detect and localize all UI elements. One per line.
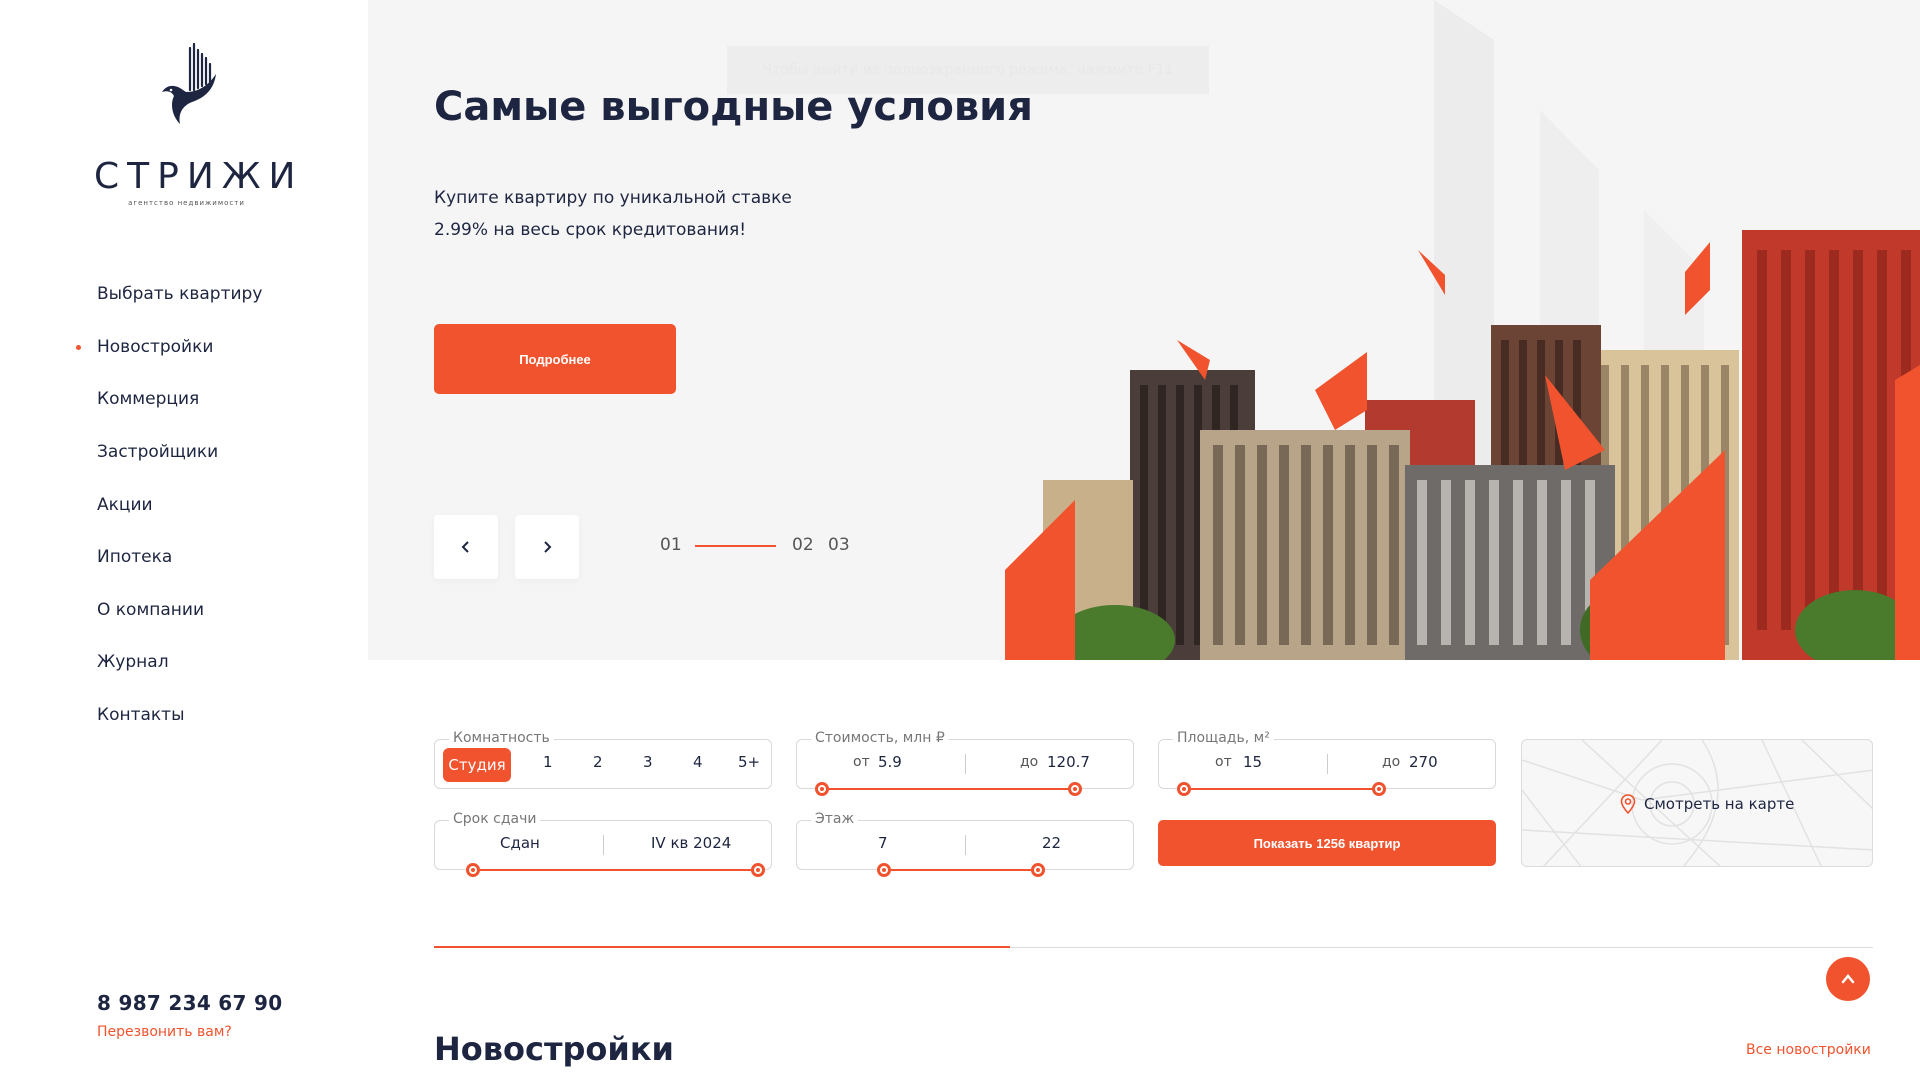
room-option-2[interactable]: 2 — [593, 753, 603, 771]
price-to-label: до — [1020, 754, 1039, 770]
area-slider-max-handle[interactable] — [1372, 782, 1386, 796]
deadline-label: Срок сдачи — [449, 811, 541, 827]
section-title: Новостройки — [434, 1030, 674, 1068]
swift-logo-icon — [161, 42, 216, 124]
rooms-label: Комнатность — [449, 730, 554, 746]
price-from-value[interactable]: 5.9 — [878, 753, 902, 771]
slider-prev-button[interactable] — [434, 515, 498, 579]
hero-text-line-2: 2.99% на весь срок кредитования! — [434, 220, 747, 240]
floor-from-value[interactable]: 7 — [878, 834, 888, 852]
slide-number-1[interactable]: 01 — [660, 535, 682, 555]
price-slider-track — [822, 788, 1076, 790]
nav-item-choose-apartment[interactable]: Выбрать квартиру — [97, 268, 262, 321]
floor-separator — [965, 835, 966, 855]
floor-slider-track — [884, 869, 1038, 871]
area-filter: Площадь, м² от 15 до 270 — [1158, 730, 1496, 796]
price-separator — [965, 754, 966, 774]
floor-label: Этаж — [811, 811, 859, 827]
nav-item-commercial[interactable]: Коммерция — [97, 373, 262, 426]
price-to-value[interactable]: 120.7 — [1047, 753, 1090, 771]
price-label: Стоимость, млн ₽ — [811, 730, 949, 746]
nav-item-developers[interactable]: Застройщики — [97, 426, 262, 479]
nav-item-journal[interactable]: Журнал — [97, 636, 262, 689]
callback-link[interactable]: Перезвонить вам? — [97, 1024, 232, 1040]
area-to-label: до — [1382, 754, 1401, 770]
room-option-5plus[interactable]: 5+ — [738, 753, 760, 771]
nav-item-new-buildings[interactable]: Новостройки — [75, 321, 262, 374]
more-button[interactable]: Подробнее — [434, 324, 676, 394]
nav-item-mortgage[interactable]: Ипотека — [97, 531, 262, 584]
area-separator — [1327, 754, 1328, 774]
floor-slider-min-handle[interactable] — [877, 863, 891, 877]
nav-item-contacts[interactable]: Контакты — [97, 689, 262, 742]
chevron-left-icon — [461, 541, 469, 553]
show-apartments-button[interactable]: Показать 1256 квартир — [1158, 820, 1496, 866]
main-nav: Выбрать квартиру Новостройки Коммерция З… — [75, 268, 262, 742]
brand-tagline: агентство недвижимости — [128, 199, 245, 207]
area-slider-min-handle[interactable] — [1177, 782, 1191, 796]
room-option-3[interactable]: 3 — [643, 753, 653, 771]
area-label: Площадь, м² — [1173, 730, 1274, 746]
price-from-label: от — [853, 754, 870, 770]
scroll-progress — [434, 946, 1010, 948]
map-label: Смотреть на карте — [1620, 794, 1794, 814]
logo[interactable]: СТРИЖИ агентство недвижимости — [94, 40, 304, 207]
floor-filter: Этаж 7 22 — [796, 811, 1134, 877]
slide-number-3[interactable]: 03 — [828, 535, 850, 555]
area-from-label: от — [1215, 754, 1232, 770]
slide-number-2[interactable]: 02 — [792, 535, 814, 555]
map-label-text: Смотреть на карте — [1644, 795, 1795, 813]
area-to-value[interactable]: 270 — [1409, 753, 1438, 771]
deadline-from-value[interactable]: Сдан — [500, 834, 540, 852]
deadline-slider-min-handle[interactable] — [466, 863, 480, 877]
price-slider-max-handle[interactable] — [1068, 782, 1082, 796]
deadline-filter: Срок сдачи Сдан IV кв 2024 — [434, 811, 772, 877]
hero-title: Самые выгодные условия — [434, 84, 1033, 130]
slider-next-button[interactable] — [515, 515, 579, 579]
sidebar: СТРИЖИ агентство недвижимости Выбрать кв… — [0, 0, 368, 1080]
hero-text-line-1: Купите квартиру по уникальной ставке — [434, 188, 792, 208]
phone-number[interactable]: 8 987 234 67 90 — [97, 991, 282, 1015]
deadline-slider-track — [473, 869, 758, 871]
hero-description: Купите квартиру по уникальной ставке 2.9… — [434, 182, 792, 246]
area-slider-track — [1184, 788, 1380, 790]
price-filter: Стоимость, млн ₽ от 5.9 до 120.7 — [796, 730, 1134, 796]
rooms-filter: Комнатность Студия 1 2 3 4 5+ — [434, 730, 772, 789]
chevron-right-icon — [544, 541, 552, 553]
scroll-top-button[interactable] — [1826, 957, 1870, 1001]
map-pin-icon — [1620, 794, 1636, 814]
nav-item-about[interactable]: О компании — [97, 584, 262, 637]
floor-slider-max-handle[interactable] — [1031, 863, 1045, 877]
all-new-buildings-link[interactable]: Все новостройки — [1746, 1042, 1871, 1058]
deadline-to-value[interactable]: IV кв 2024 — [651, 834, 731, 852]
room-option-4[interactable]: 4 — [693, 753, 703, 771]
room-option-1[interactable]: 1 — [543, 753, 553, 771]
chevron-up-icon — [1841, 974, 1855, 984]
deadline-separator — [603, 835, 604, 855]
buildings-illustration — [1005, 230, 1920, 660]
slide-progress-line — [695, 545, 776, 547]
nav-item-promotions[interactable]: Акции — [97, 478, 262, 531]
map-view-button[interactable]: Смотреть на карте — [1521, 739, 1873, 867]
floor-to-value[interactable]: 22 — [1042, 834, 1061, 852]
area-from-value[interactable]: 15 — [1243, 753, 1262, 771]
deadline-slider-max-handle[interactable] — [751, 863, 765, 877]
price-slider-min-handle[interactable] — [815, 782, 829, 796]
room-option-studio[interactable]: Студия — [443, 748, 511, 782]
brand-name: СТРИЖИ — [94, 156, 304, 197]
